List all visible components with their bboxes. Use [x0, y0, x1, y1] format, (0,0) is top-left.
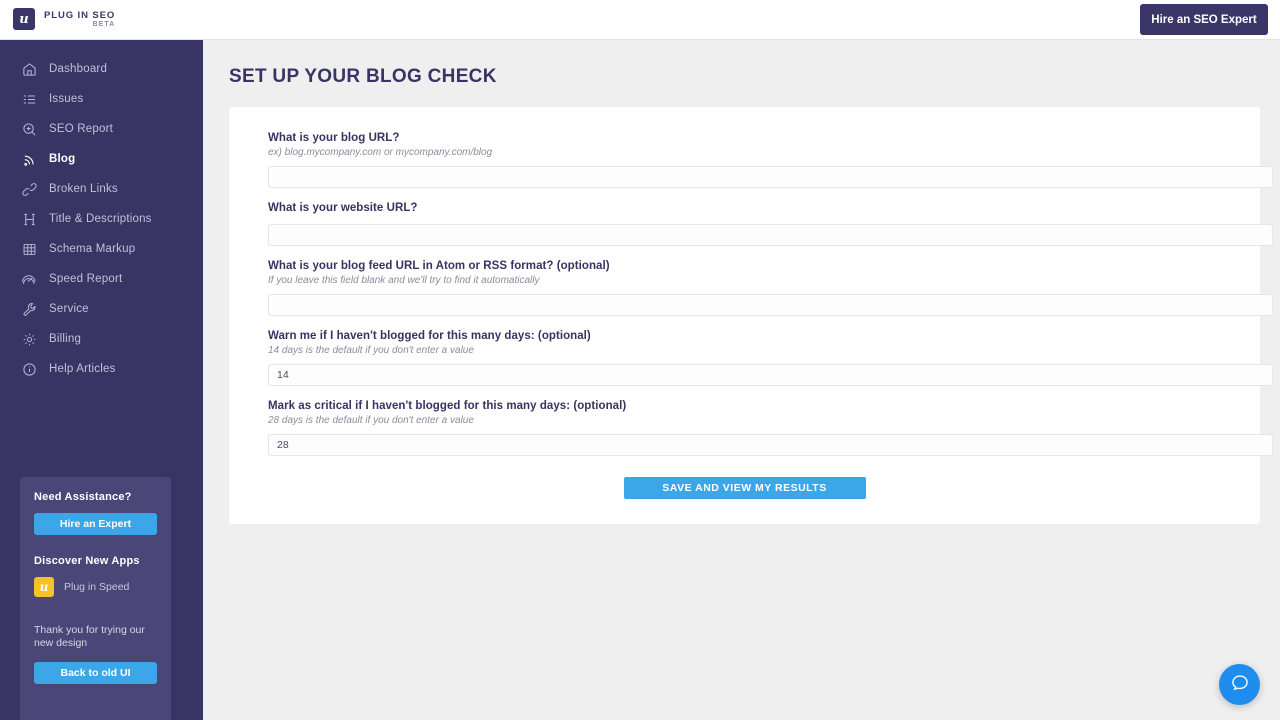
- sidebar-item-label: Issues: [49, 93, 84, 105]
- field-website-url: What is your website URL?: [268, 202, 1273, 246]
- brand-logo[interactable]: u PLUG IN SEO BETA: [13, 8, 115, 30]
- speedometer-icon: [21, 271, 37, 287]
- main-content: SET UP YOUR BLOG CHECK What is your blog…: [203, 40, 1280, 720]
- thanks-message: Thank you for trying our new design: [34, 624, 145, 650]
- sidebar-item-label: Blog: [49, 153, 76, 165]
- info-circle-icon: [21, 361, 37, 377]
- sidebar-item-issues[interactable]: Issues: [0, 84, 203, 114]
- home-icon: [21, 61, 37, 77]
- sidebar-item-broken-links[interactable]: Broken Links: [0, 174, 203, 204]
- field-label: What is your blog URL?: [268, 132, 400, 144]
- submit-row: Save and view my results: [268, 477, 1221, 499]
- discover-new-apps-title: Discover New Apps: [34, 555, 140, 567]
- save-and-view-results-button[interactable]: Save and view my results: [623, 477, 866, 499]
- brand-mark-icon: u: [13, 8, 35, 30]
- sidebar-item-blog[interactable]: Blog: [0, 144, 203, 174]
- need-assistance-title: Need Assistance?: [34, 491, 132, 503]
- sidebar-item-label: SEO Report: [49, 123, 113, 135]
- sidebar-item-label: Speed Report: [49, 273, 123, 285]
- search-plus-icon: [21, 121, 37, 137]
- blog-url-input[interactable]: [268, 166, 1273, 188]
- sidebar-item-title-descriptions[interactable]: Title & Descriptions: [0, 204, 203, 234]
- field-label: Mark as critical if I haven't blogged fo…: [268, 400, 627, 412]
- sidebar-item-speed-report[interactable]: Speed Report: [0, 264, 203, 294]
- sidebar-item-label: Broken Links: [49, 183, 118, 195]
- field-blog-url: What is your blog URL? ex) blog.mycompan…: [268, 132, 1273, 188]
- wrench-icon: [21, 301, 37, 317]
- field-critical-days: Mark as critical if I haven't blogged fo…: [268, 400, 1273, 456]
- feed-url-input[interactable]: [268, 294, 1273, 316]
- sidebar-item-label: Title & Descriptions: [49, 213, 152, 225]
- field-hint: 28 days is the default if you don't ente…: [268, 415, 474, 426]
- sidebar-item-billing[interactable]: Billing: [0, 324, 203, 354]
- field-hint: ex) blog.mycompany.com or mycompany.com/…: [268, 147, 493, 158]
- app-name-label: Plug in Speed: [64, 581, 130, 593]
- sidebar: Dashboard Issues SEO Report Blog Broken …: [0, 40, 203, 720]
- chat-launcher-button[interactable]: [1219, 664, 1260, 705]
- sidebar-nav: Dashboard Issues SEO Report Blog Broken …: [0, 40, 203, 384]
- sidebar-item-dashboard[interactable]: Dashboard: [0, 54, 203, 84]
- field-label: What is your blog feed URL in Atom or RS…: [268, 260, 610, 272]
- sidebar-item-seo-report[interactable]: SEO Report: [0, 114, 203, 144]
- app-root: u PLUG IN SEO BETA Hire an SEO Expert Da…: [0, 0, 1280, 720]
- hire-seo-expert-button[interactable]: Hire an SEO Expert: [1140, 4, 1268, 35]
- brand-beta-badge: BETA: [92, 21, 116, 29]
- critical-days-input[interactable]: [268, 434, 1273, 456]
- field-hint: 14 days is the default if you don't ente…: [268, 345, 474, 356]
- field-warn-days: Warn me if I haven't blogged for this ma…: [268, 330, 1273, 386]
- app-list-item-plug-in-speed[interactable]: u Plug in Speed: [34, 577, 157, 597]
- rss-icon: [21, 151, 37, 167]
- link-icon: [21, 181, 37, 197]
- sidebar-item-schema-markup[interactable]: Schema Markup: [0, 234, 203, 264]
- website-url-input[interactable]: [268, 224, 1273, 246]
- sidebar-item-label: Service: [49, 303, 89, 315]
- brand-text: PLUG IN SEO BETA: [44, 10, 115, 29]
- hire-an-expert-button[interactable]: Hire an Expert: [34, 513, 157, 535]
- warn-days-input[interactable]: [268, 364, 1273, 386]
- page-title: SET UP YOUR BLOG CHECK: [229, 66, 497, 87]
- field-hint: If you leave this field blank and we'll …: [268, 275, 540, 286]
- field-label: What is your website URL?: [268, 202, 418, 214]
- field-feed-url: What is your blog feed URL in Atom or RS…: [268, 260, 1273, 316]
- gear-icon: [21, 331, 37, 347]
- sidebar-item-label: Billing: [49, 333, 82, 345]
- top-bar: u PLUG IN SEO BETA Hire an SEO Expert: [0, 0, 1280, 40]
- chat-bubble-icon: [1230, 673, 1250, 696]
- plug-in-speed-icon: u: [34, 577, 54, 597]
- heading-icon: [21, 211, 37, 227]
- field-label: Warn me if I haven't blogged for this ma…: [268, 330, 591, 342]
- sidebar-item-label: Schema Markup: [49, 243, 136, 255]
- sidebar-item-service[interactable]: Service: [0, 294, 203, 324]
- sidebar-item-label: Dashboard: [49, 63, 108, 75]
- sidebar-item-label: Help Articles: [49, 363, 116, 375]
- back-to-old-ui-button[interactable]: Back to old UI: [34, 662, 157, 685]
- brand-name: PLUG IN SEO: [44, 9, 116, 21]
- grid-icon: [21, 241, 37, 257]
- list-icon: [21, 91, 37, 107]
- blog-check-form-card: What is your blog URL? ex) blog.mycompan…: [229, 107, 1273, 524]
- sidebar-promo-card: Need Assistance? Hire an Expert Discover…: [20, 477, 171, 720]
- blog-check-form: What is your blog URL? ex) blog.mycompan…: [229, 107, 1273, 499]
- sidebar-item-help-articles[interactable]: Help Articles: [0, 354, 203, 384]
